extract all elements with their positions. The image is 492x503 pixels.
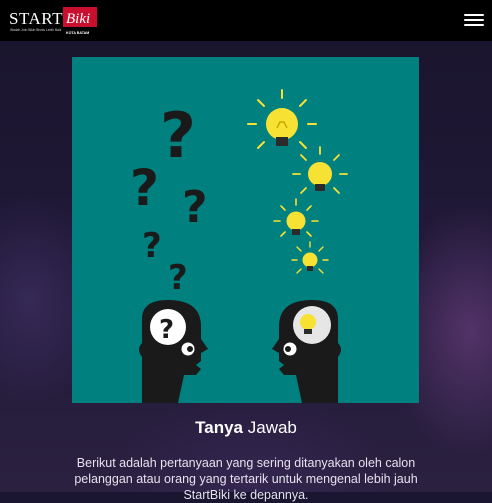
question-mark-icon: ? — [130, 159, 159, 217]
head-left: ? — [139, 300, 208, 403]
head-right — [272, 300, 341, 403]
lightbulb-icon — [273, 198, 319, 237]
logo-biki-text: Biki — [66, 11, 90, 27]
startbiki-logo[interactable]: START Biki Wadah Join Bikin Bisnis Lebih… — [8, 6, 100, 36]
burger-line — [464, 24, 484, 26]
lightbulbs — [247, 89, 348, 274]
logo-tagline: Wadah Join Bikin Bisnis Lebih Baik — [10, 28, 62, 32]
burger-line — [464, 19, 484, 21]
title-bold: Tanya — [195, 418, 243, 437]
navbar: START Biki Wadah Join Bikin Bisnis Lebih… — [0, 0, 492, 41]
title-regular: Jawab — [247, 418, 297, 437]
question-mark-icon: ? — [182, 182, 208, 233]
question-mark-icon: ? — [142, 226, 162, 266]
section-title: Tanya Jawab — [0, 418, 492, 438]
lightbulb-icon — [247, 89, 317, 149]
svg-text:?: ? — [159, 315, 174, 345]
section-description: Berikut adalah pertanyaan yang sering di… — [74, 456, 418, 502]
hamburger-menu-icon[interactable] — [464, 11, 484, 29]
question-mark-icon: ? — [168, 258, 188, 298]
qa-illustration: ? ? ? ? ? ? — [130, 89, 348, 403]
hero-illustration: ? ? ? ? ? ? — [72, 57, 419, 403]
question-mark-icon: ? — [160, 99, 196, 172]
logo-start-text: START — [9, 9, 63, 28]
lightbulb-icon — [291, 241, 329, 274]
lightbulb-icon — [292, 146, 348, 194]
question-marks: ? ? ? ? ? — [130, 99, 208, 298]
logo-city: KOTA BATAM — [66, 31, 89, 35]
burger-line — [464, 14, 484, 16]
